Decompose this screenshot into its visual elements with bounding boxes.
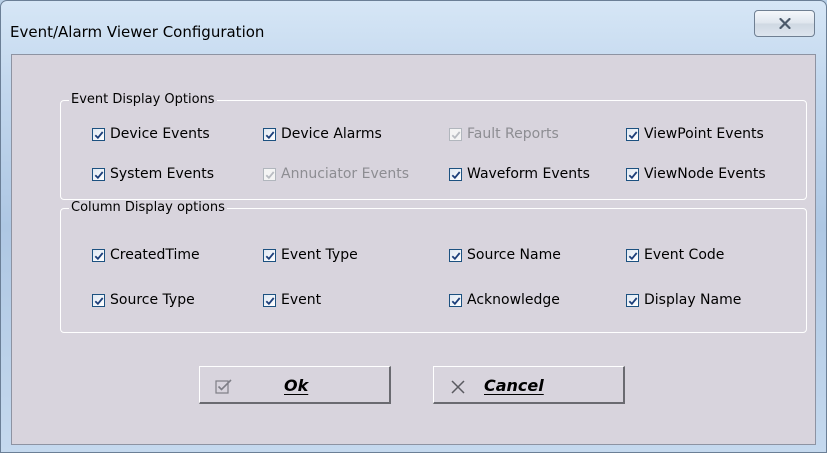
option-source-type[interactable]: Source Type <box>92 290 195 310</box>
check-mark-icon <box>265 251 275 260</box>
option-event[interactable]: Event <box>263 290 321 310</box>
check-mark-icon <box>628 296 638 305</box>
check-mark-icon <box>94 251 104 260</box>
column-display-options-legend: Column Display options <box>71 200 225 215</box>
dialog-window: Event/Alarm Viewer Configuration Event D… <box>0 0 827 453</box>
check-mark-icon <box>265 170 275 179</box>
ok-button[interactable]: Ok <box>199 366 391 404</box>
option-acknowledge[interactable]: Acknowledge <box>449 290 560 310</box>
checkbox[interactable] <box>626 248 639 262</box>
option-waveform-events[interactable]: Waveform Events <box>449 164 590 184</box>
check-mark-icon <box>628 251 638 260</box>
check-mark-icon <box>628 130 638 139</box>
checkbox[interactable] <box>449 167 462 181</box>
checkbox[interactable] <box>626 127 639 141</box>
event-display-options-legend: Event Display Options <box>71 92 215 107</box>
check-mark-icon <box>451 251 461 260</box>
option-label: Source Type <box>110 292 195 308</box>
close-x-icon <box>778 14 791 33</box>
option-label: Event <box>281 292 322 308</box>
cancel-label: Cancel <box>484 376 544 395</box>
option-label: ViewNode Events <box>644 166 766 182</box>
checkbox[interactable] <box>92 127 105 141</box>
check-mark-icon <box>94 130 104 139</box>
option-label: Waveform Events <box>467 166 590 182</box>
checkmark-box-icon <box>215 378 233 398</box>
option-label: Fault Reports <box>467 126 559 142</box>
option-device-alarms[interactable]: Device Alarms <box>263 124 382 144</box>
checkbox[interactable] <box>92 167 105 181</box>
check-mark-icon <box>451 170 461 179</box>
checkbox[interactable] <box>263 248 276 262</box>
checkbox[interactable] <box>449 293 462 307</box>
option-createdtime[interactable]: CreatedTime <box>92 245 200 265</box>
cancel-button[interactable]: Cancel <box>433 366 625 404</box>
check-mark-icon <box>265 296 275 305</box>
option-label: Device Events <box>110 126 210 142</box>
option-label: Event Type <box>281 247 358 263</box>
close-button[interactable] <box>754 10 815 37</box>
dialog-body: Event Display Options Column Display opt… <box>11 54 816 445</box>
title-bar[interactable]: Event/Alarm Viewer Configuration <box>1 1 826 49</box>
option-label: Acknowledge <box>467 292 560 308</box>
checkbox <box>263 167 276 181</box>
check-mark-icon <box>451 130 461 139</box>
checkbox[interactable] <box>92 293 105 307</box>
window-title: Event/Alarm Viewer Configuration <box>10 23 265 41</box>
checkbox[interactable] <box>92 248 105 262</box>
option-fault-reports: Fault Reports <box>449 124 559 144</box>
option-label: Device Alarms <box>281 126 382 142</box>
checkbox[interactable] <box>263 127 276 141</box>
ok-label: Ok <box>284 376 309 395</box>
column-display-options-group: Column Display options <box>60 201 807 333</box>
checkbox[interactable] <box>263 293 276 307</box>
option-viewpoint-events[interactable]: ViewPoint Events <box>626 124 764 144</box>
option-label: Event Code <box>644 247 725 263</box>
option-event-type[interactable]: Event Type <box>263 245 358 265</box>
option-source-name[interactable]: Source Name <box>449 245 561 265</box>
option-system-events[interactable]: System Events <box>92 164 214 184</box>
option-event-code[interactable]: Event Code <box>626 245 724 265</box>
check-mark-icon <box>451 296 461 305</box>
option-annuciator-events: Annuciator Events <box>263 164 409 184</box>
checkbox[interactable] <box>626 293 639 307</box>
option-label: CreatedTime <box>110 247 200 263</box>
check-mark-icon <box>94 296 104 305</box>
option-display-name[interactable]: Display Name <box>626 290 741 310</box>
option-device-events[interactable]: Device Events <box>92 124 210 144</box>
check-mark-icon <box>94 170 104 179</box>
option-label: Source Name <box>467 247 561 263</box>
checkbox[interactable] <box>626 167 639 181</box>
checkbox <box>449 127 462 141</box>
option-label: ViewPoint Events <box>644 126 764 142</box>
option-viewnode-events[interactable]: ViewNode Events <box>626 164 766 184</box>
checkbox[interactable] <box>449 248 462 262</box>
option-label: System Events <box>110 166 215 182</box>
x-icon <box>450 379 466 399</box>
check-mark-icon <box>265 130 275 139</box>
option-label: Display Name <box>644 292 742 308</box>
option-label: Annuciator Events <box>281 166 410 182</box>
check-mark-icon <box>628 170 638 179</box>
